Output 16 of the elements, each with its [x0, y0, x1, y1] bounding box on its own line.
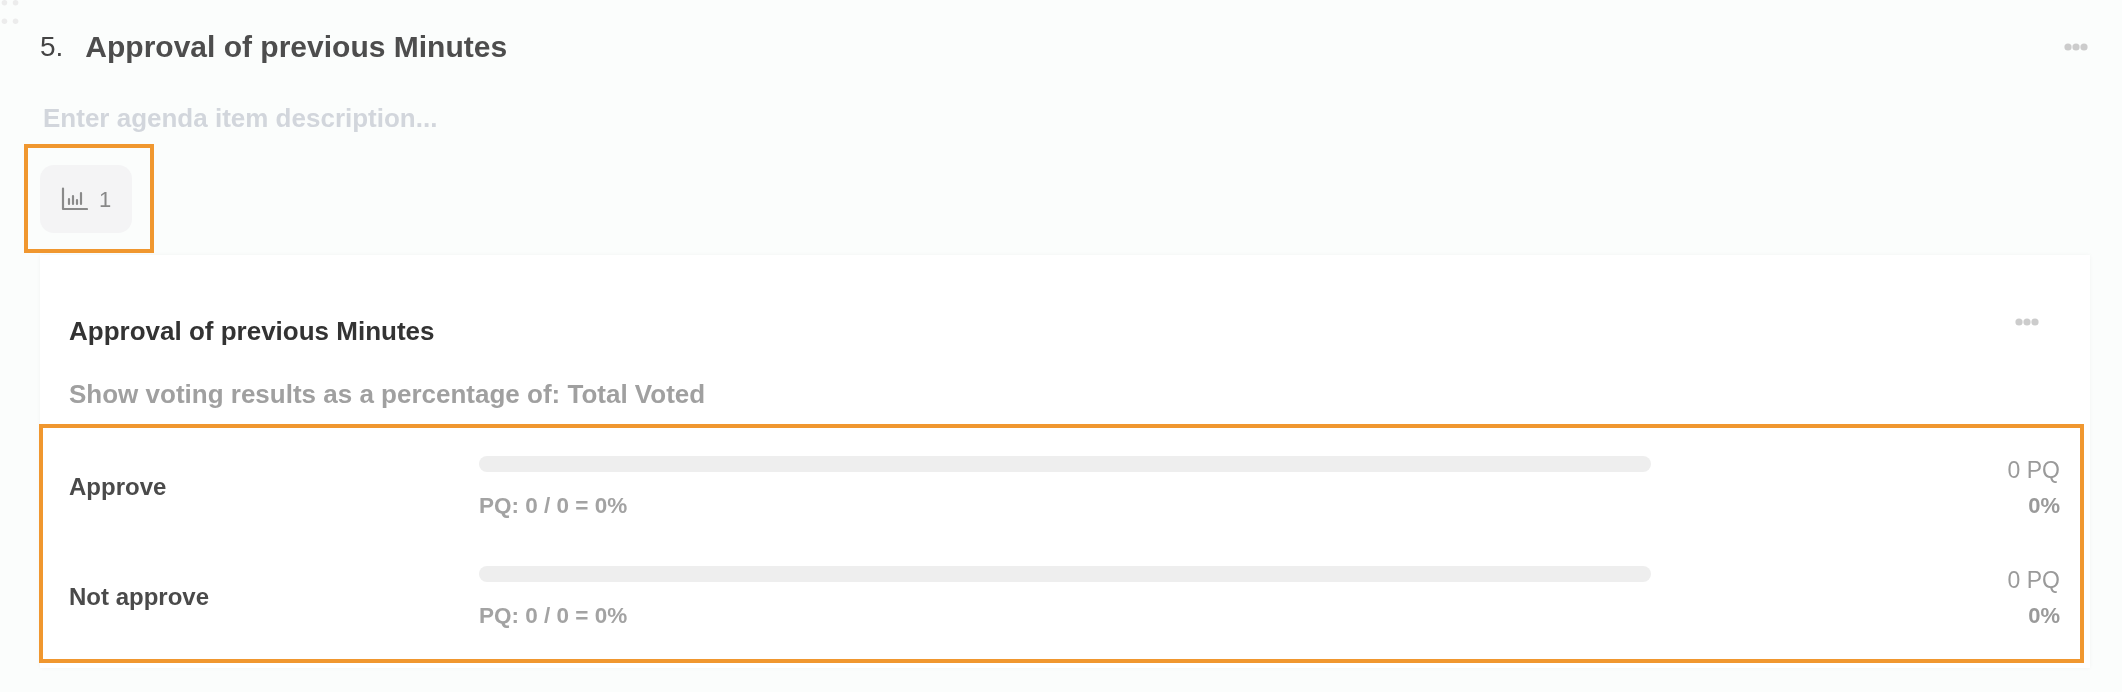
poll-count-button[interactable]: 1: [40, 165, 132, 233]
vote-percentage: 0%: [2027, 492, 2060, 519]
vote-count: 0 PQ: [2006, 565, 2060, 594]
vote-formula: PQ: 0 / 0 = 0%: [479, 602, 629, 629]
vote-formula: PQ: 0 / 0 = 0%: [479, 492, 629, 519]
results-basis-text: Show voting results as a percentage of: Total Voted: [69, 379, 707, 409]
more-options-icon[interactable]: [2015, 318, 2039, 326]
vote-count: 0 PQ: [2006, 455, 2060, 484]
vote-percentage: 0%: [2027, 602, 2060, 629]
item-number: 5.: [40, 30, 64, 64]
bar-chart-icon: [60, 187, 88, 211]
item-title: Approval of previous Minutes: [85, 29, 508, 65]
option-label: Not approve: [69, 583, 210, 611]
more-options-icon[interactable]: [2064, 43, 2088, 51]
option-label: Approve: [69, 473, 168, 501]
poll-title: Approval of previous Minutes: [69, 316, 435, 346]
